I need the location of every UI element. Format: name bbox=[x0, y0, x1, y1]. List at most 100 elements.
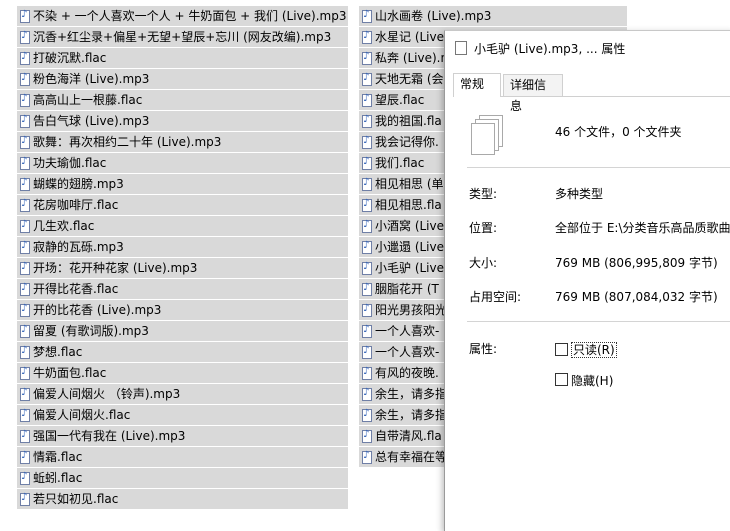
audio-file-icon bbox=[362, 92, 372, 107]
audio-file-icon bbox=[362, 71, 372, 86]
file-item[interactable]: 打破沉默.flac bbox=[17, 48, 348, 68]
file-item[interactable]: 蝴蝶的翅膀.mp3 bbox=[17, 174, 348, 194]
file-name: 偏爱人间烟火 （铃声).mp3 bbox=[33, 387, 181, 401]
file-name: 一个人喜欢- bbox=[375, 324, 440, 338]
file-item[interactable]: 歌舞：再次相约二十年 (Live).mp3 bbox=[17, 132, 348, 152]
multiple-files-icon bbox=[471, 115, 505, 155]
audio-file-icon bbox=[20, 134, 30, 149]
file-name: 我会记得你. bbox=[375, 135, 439, 149]
hidden-label[interactable]: 隐藏(H) bbox=[571, 372, 613, 389]
file-name: 花房咖啡厅.flac bbox=[33, 198, 119, 212]
audio-file-icon bbox=[20, 281, 30, 296]
audio-file-icon bbox=[20, 8, 30, 23]
file-name: 几生欢.flac bbox=[33, 219, 95, 233]
file-name: 蝴蝶的翅膀.mp3 bbox=[33, 177, 124, 191]
file-name: 开场：花开种花家 (Live).mp3 bbox=[33, 261, 198, 275]
file-item[interactable]: 留夏 (有歌词版).mp3 bbox=[17, 321, 348, 341]
file-item[interactable]: 几生欢.flac bbox=[17, 216, 348, 236]
audio-file-icon bbox=[362, 428, 372, 443]
file-item[interactable]: 寂静的瓦砾.mp3 bbox=[17, 237, 348, 257]
file-name: 小酒窝 (Live bbox=[375, 219, 445, 233]
file-item[interactable]: 粉色海洋 (Live).mp3 bbox=[17, 69, 348, 89]
audio-file-icon bbox=[20, 344, 30, 359]
file-name: 打破沉默.flac bbox=[33, 51, 107, 65]
location-label: 位置: bbox=[469, 221, 498, 235]
file-name: 余生，请多指 bbox=[375, 408, 448, 422]
file-icon bbox=[455, 41, 467, 55]
file-name: 梦想.flac bbox=[33, 345, 83, 359]
file-item[interactable]: 开的比花香 (Live).mp3 bbox=[17, 300, 348, 320]
audio-file-icon bbox=[362, 113, 372, 128]
file-name: 歌舞：再次相约二十年 (Live).mp3 bbox=[33, 135, 222, 149]
disk-size-value: 769 MB (807,084,032 字节) bbox=[555, 290, 718, 304]
size-label: 大小: bbox=[469, 256, 498, 270]
audio-file-icon bbox=[362, 134, 372, 149]
file-name: 天地无霜 (会 bbox=[375, 72, 444, 86]
file-item[interactable]: 开场：花开种花家 (Live).mp3 bbox=[17, 258, 348, 278]
tab-details[interactable]: 详细信息 bbox=[503, 74, 563, 113]
file-item[interactable]: 牛奶面包.flac bbox=[17, 363, 348, 383]
audio-file-icon bbox=[20, 218, 30, 233]
file-item[interactable]: 情霜.flac bbox=[17, 447, 348, 467]
file-item[interactable]: 强国一代有我在 (Live).mp3 bbox=[17, 426, 348, 446]
audio-file-icon bbox=[20, 386, 30, 401]
dialog-title: 小毛驴 (Live).mp3, ... 属性 bbox=[474, 41, 626, 56]
audio-file-icon bbox=[20, 260, 30, 275]
file-item[interactable]: 高高山上一根藤.flac bbox=[17, 90, 348, 110]
file-item[interactable]: 偏爱人间烟火 （铃声).mp3 bbox=[17, 384, 348, 404]
file-item[interactable]: 告白气球 (Live).mp3 bbox=[17, 111, 348, 131]
file-item[interactable]: 若只如初见.flac bbox=[17, 489, 348, 509]
file-item[interactable]: 花房咖啡厅.flac bbox=[17, 195, 348, 215]
audio-file-icon bbox=[362, 386, 372, 401]
hidden-checkbox[interactable] bbox=[555, 373, 568, 386]
audio-file-icon bbox=[20, 239, 30, 254]
audio-file-icon bbox=[362, 449, 372, 464]
readonly-label[interactable]: 只读(R) bbox=[571, 341, 617, 358]
file-name: 我的祖国.fla bbox=[375, 114, 442, 128]
file-name: 余生，请多指 bbox=[375, 387, 448, 401]
file-name: 水星记 (Live bbox=[375, 30, 445, 44]
audio-file-icon bbox=[20, 491, 30, 506]
audio-file-icon bbox=[20, 113, 30, 128]
audio-file-icon bbox=[362, 218, 372, 233]
audio-file-icon bbox=[362, 323, 372, 338]
audio-file-icon bbox=[20, 92, 30, 107]
file-item[interactable]: 沉香+红尘录+偏星+无望+望辰+忘川 (网友改编).mp3 bbox=[17, 27, 348, 47]
audio-file-icon bbox=[20, 449, 30, 464]
file-name: 总有幸福在等 bbox=[375, 450, 448, 464]
audio-file-icon bbox=[20, 407, 30, 422]
audio-file-icon bbox=[362, 197, 372, 212]
audio-file-icon bbox=[20, 428, 30, 443]
file-name: 强国一代有我在 (Live).mp3 bbox=[33, 429, 186, 443]
audio-file-icon bbox=[362, 155, 372, 170]
dialog-titlebar[interactable]: 小毛驴 (Live).mp3, ... 属性 bbox=[455, 40, 625, 56]
file-item[interactable]: 开得比花香.flac bbox=[17, 279, 348, 299]
type-value: 多种类型 bbox=[555, 187, 604, 201]
file-name: 若只如初见.flac bbox=[33, 492, 119, 506]
audio-file-icon bbox=[20, 50, 30, 65]
file-item[interactable]: 山水画卷 (Live).mp3 bbox=[359, 6, 627, 26]
file-count-summary: 46 个文件，0 个文件夹 bbox=[555, 125, 682, 139]
file-item[interactable]: 梦想.flac bbox=[17, 342, 348, 362]
file-item[interactable]: 不染 + 一个人喜欢一个人 + 牛奶面包 + 我们 (Live).mp3 bbox=[17, 6, 348, 26]
audio-file-icon bbox=[20, 176, 30, 191]
file-name: 告白气球 (Live).mp3 bbox=[33, 114, 150, 128]
properties-dialog: 小毛驴 (Live).mp3, ... 属性 常规 详细信息 46 个文件，0 … bbox=[444, 30, 730, 531]
audio-file-icon bbox=[20, 470, 30, 485]
file-name: 牛奶面包.flac bbox=[33, 366, 107, 380]
size-value: 769 MB (806,995,809 字节) bbox=[555, 256, 718, 270]
audio-file-icon bbox=[362, 50, 372, 65]
file-name: 高高山上一根藤.flac bbox=[33, 93, 143, 107]
file-item[interactable]: 蚯蚓.flac bbox=[17, 468, 348, 488]
file-name: 开得比花香.flac bbox=[33, 282, 119, 296]
file-item[interactable]: 功夫瑜伽.flac bbox=[17, 153, 348, 173]
file-name: 开的比花香 (Live).mp3 bbox=[33, 303, 162, 317]
file-name: 粉色海洋 (Live).mp3 bbox=[33, 72, 150, 86]
tab-general[interactable]: 常规 bbox=[453, 73, 501, 97]
file-item[interactable]: 偏爱人间烟火.flac bbox=[17, 405, 348, 425]
attributes-label: 属性: bbox=[469, 342, 498, 356]
audio-file-icon bbox=[362, 302, 372, 317]
file-name: 留夏 (有歌词版).mp3 bbox=[33, 324, 149, 338]
file-name: 一个人喜欢- bbox=[375, 345, 440, 359]
readonly-checkbox[interactable] bbox=[555, 343, 568, 356]
